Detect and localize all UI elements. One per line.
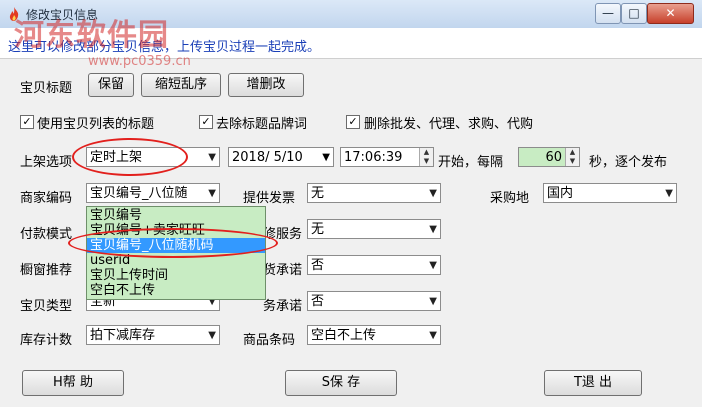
chevron-down-icon: ▼ <box>429 260 437 271</box>
chevron-down-icon: ▼ <box>429 330 437 341</box>
interval-input[interactable]: 60 ▲ ▼ <box>518 147 580 167</box>
dropdown-option[interactable]: 宝贝编号 <box>87 208 265 223</box>
stock-select[interactable]: 拍下减库存 ▼ <box>86 325 220 345</box>
merchant-code-label: 商家编码 <box>20 191 73 206</box>
maximize-button[interactable]: □ <box>621 3 647 24</box>
invoice-label: 提供发票 <box>243 191 296 206</box>
watermark-url: www.pc0359.cn <box>88 54 191 69</box>
service-promise-select[interactable]: 否 ▼ <box>307 291 441 311</box>
edit-title-button[interactable]: 增删改 <box>228 73 304 97</box>
annotation-circle-dropdown <box>68 228 278 258</box>
remove-brand-label: 去除标题品牌词 <box>216 117 308 132</box>
remove-words-checkbox[interactable]: ✓ <box>346 115 360 129</box>
keep-button[interactable]: 保留 <box>88 73 134 97</box>
dropdown-option[interactable]: 宝贝上传时间 <box>87 268 265 283</box>
stock-label: 库存计数 <box>20 333 73 348</box>
warranty-select[interactable]: 无 ▼ <box>307 219 441 239</box>
showcase-label: 橱窗推荐 <box>20 263 73 278</box>
remove-words-label: 删除批发、代理、求购、代购 <box>364 117 534 132</box>
chevron-down-icon: ▼ <box>429 224 437 235</box>
date-picker[interactable]: 2018/ 5/10 ▼ <box>228 147 334 167</box>
barcode-select[interactable]: 空白不上传 ▼ <box>307 325 441 345</box>
chevron-down-icon: ▼ <box>665 188 673 199</box>
chevron-down-icon: ▼ <box>208 152 216 163</box>
annotation-circle-listing <box>72 138 188 176</box>
chevron-down-icon: ▼ <box>208 330 216 341</box>
purchase-place-select[interactable]: 国内 ▼ <box>543 183 677 203</box>
invoice-select[interactable]: 无 ▼ <box>307 183 441 203</box>
time-spinner[interactable]: ▲ ▼ <box>419 148 433 166</box>
interval-spinner[interactable]: ▲ ▼ <box>565 148 579 166</box>
time-input[interactable]: 17:06:39 ▲ ▼ <box>340 147 434 167</box>
exit-button[interactable]: T退 出 <box>544 370 642 396</box>
dropdown-option[interactable]: 空白不上传 <box>87 283 265 298</box>
use-list-title-checkbox[interactable]: ✓ <box>20 115 34 129</box>
start-interval-label: 开始，每隔 <box>438 155 504 170</box>
return-promise-select[interactable]: 否 ▼ <box>307 255 441 275</box>
chevron-down-icon: ▼ <box>208 188 216 199</box>
help-button[interactable]: H帮 助 <box>22 370 124 396</box>
save-button[interactable]: S保 存 <box>285 370 397 396</box>
seconds-label: 秒，逐个发布 <box>589 155 668 170</box>
chevron-down-icon: ▼ <box>429 296 437 307</box>
return-promise-label: 货承诺 <box>263 263 303 278</box>
payment-mode-label: 付款模式 <box>20 227 73 242</box>
use-list-title-label: 使用宝贝列表的标题 <box>37 117 155 132</box>
merchant-code-select[interactable]: 宝贝编号_八位随 ▼ <box>86 183 220 203</box>
service-promise-label: 务承诺 <box>263 299 303 314</box>
watermark-brand: 河东软件园 <box>14 18 169 53</box>
title-label: 宝贝标题 <box>20 81 73 96</box>
item-type-label: 宝贝类型 <box>20 299 73 314</box>
barcode-label: 商品条码 <box>243 333 296 348</box>
chevron-down-icon: ▼ <box>429 188 437 199</box>
chevron-down-icon: ▼ <box>322 152 330 163</box>
listing-option-label: 上架选项 <box>20 155 73 170</box>
remove-brand-checkbox[interactable]: ✓ <box>199 115 213 129</box>
close-button[interactable]: ✕ <box>647 3 694 24</box>
shorten-shuffle-button[interactable]: 缩短乱序 <box>141 73 221 97</box>
minimize-button[interactable]: — <box>595 3 621 24</box>
purchase-place-label: 采购地 <box>490 191 530 206</box>
